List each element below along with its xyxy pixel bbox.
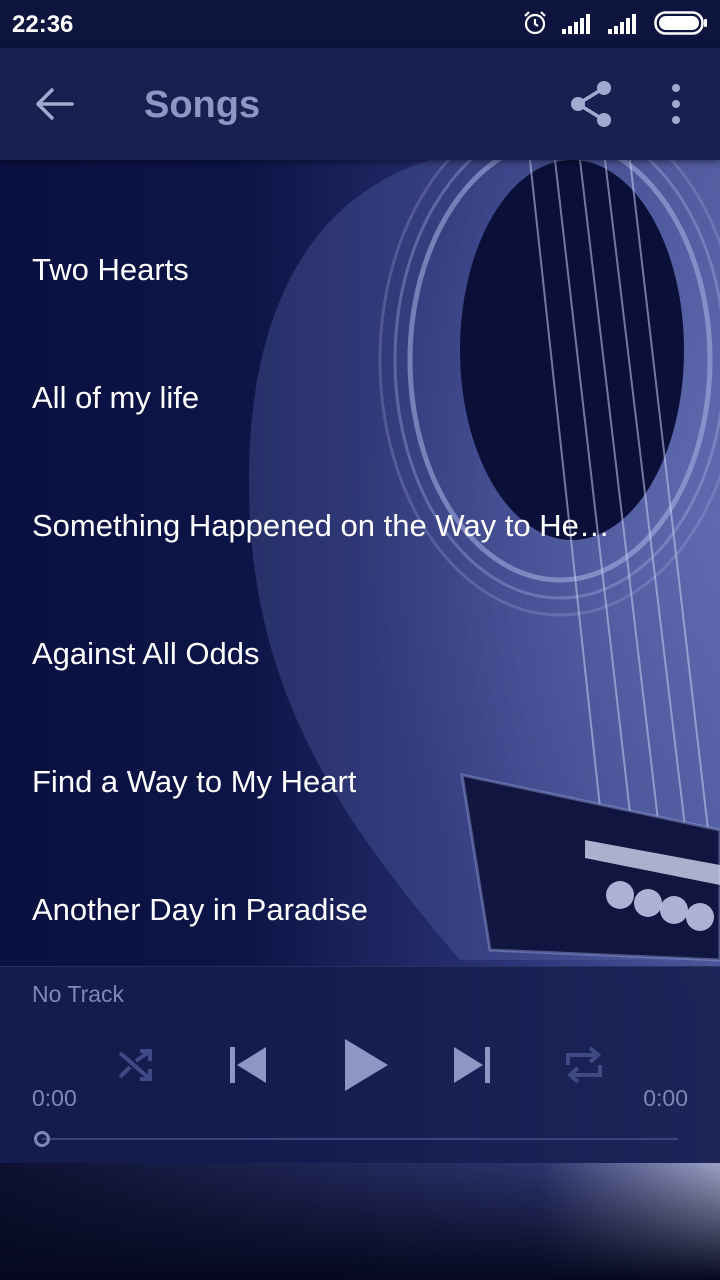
song-item[interactable]: All of my life (0, 320, 720, 448)
status-time: 22:36 (12, 11, 74, 38)
song-item[interactable]: Another Day in Paradise (0, 832, 720, 960)
status-bar: 22:36 (0, 0, 720, 48)
share-icon[interactable] (568, 78, 616, 130)
total-time: 0:00 (643, 1085, 688, 1111)
shuffle-icon[interactable] (114, 1045, 158, 1085)
song-title: Two Hearts (32, 252, 189, 287)
more-vert-icon[interactable] (662, 82, 690, 126)
battery-icon (654, 11, 707, 35)
seek-bar-thumb[interactable] (34, 1131, 50, 1147)
song-item[interactable]: Against All Odds (0, 576, 720, 704)
elapsed-time: 0:00 (32, 1085, 77, 1111)
song-title: Another Day in Paradise (32, 892, 369, 927)
song-item[interactable]: Something Happened on the Way to Heaven (0, 448, 720, 576)
signal-icon (608, 14, 636, 34)
skip-next-icon[interactable] (452, 1045, 492, 1085)
app-bar: Songs (0, 48, 720, 160)
repeat-icon[interactable] (562, 1045, 606, 1085)
background-bottom (0, 1163, 720, 1280)
song-title: Something Happened on the Way to Heaven (32, 508, 612, 543)
skip-previous-icon[interactable] (228, 1045, 268, 1085)
song-item[interactable]: Two Hearts (0, 192, 720, 320)
back-arrow-icon[interactable] (34, 84, 78, 124)
player-panel: No Track 0:00 0:00 (0, 966, 720, 1163)
alarm-icon (524, 11, 546, 35)
song-title: All of my life (32, 380, 200, 415)
song-title: Find a Way to My Heart (32, 764, 357, 799)
page-title: Songs (144, 84, 261, 126)
seek-bar-track (42, 1138, 678, 1140)
play-icon[interactable] (342, 1037, 390, 1093)
track-name: No Track (32, 981, 125, 1007)
seek-bar[interactable] (34, 1131, 678, 1147)
song-title: Against All Odds (32, 636, 260, 671)
song-item[interactable]: Find a Way to My Heart (0, 704, 720, 832)
signal-icon (562, 14, 590, 34)
